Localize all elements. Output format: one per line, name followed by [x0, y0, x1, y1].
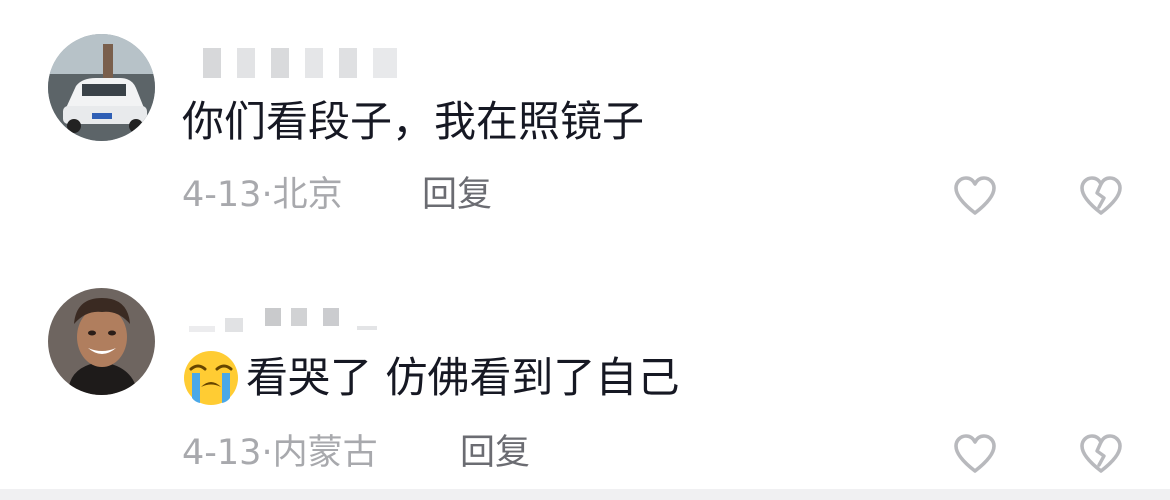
reply-button[interactable]: 回复 [422, 173, 492, 217]
comment-meta: 4-13·内蒙古 [182, 431, 378, 475]
broken-heart-icon[interactable] [1078, 173, 1124, 219]
reply-button[interactable]: 回复 [460, 431, 530, 475]
comment-date: 4-13 [182, 175, 262, 215]
comment-meta: 4-13·北京 [182, 173, 343, 217]
comment-location: 北京 [272, 175, 343, 215]
comment-item: 看哭了 仿佛看到了自己 4-13·内蒙古 回复 [0, 250, 1170, 500]
comment-text-content: 你们看段子，我在照镜子 [182, 97, 645, 146]
avatar[interactable] [48, 288, 155, 395]
meta-separator: · [261, 175, 273, 215]
comment-item: 你们看段子，我在照镜子 4-13·北京 回复 [0, 0, 1170, 250]
comment-text: 看哭了 仿佛看到了自己 [182, 349, 679, 407]
comment-date: 4-13 [182, 433, 262, 473]
meta-separator: · [261, 433, 273, 473]
bottom-divider [0, 489, 1170, 500]
comment-location: 内蒙古 [272, 433, 378, 473]
comment-text-content: 看哭了 仿佛看到了自己 [246, 353, 680, 402]
heart-outline-icon[interactable] [952, 173, 998, 219]
username-blurred[interactable] [185, 304, 385, 338]
comment-text: 你们看段子，我在照镜子 [182, 94, 644, 150]
avatar[interactable] [48, 34, 155, 141]
username-blurred[interactable] [185, 42, 415, 78]
loudly-crying-face-emoji [184, 351, 238, 405]
heart-outline-icon[interactable] [952, 431, 998, 477]
broken-heart-icon[interactable] [1078, 431, 1124, 477]
